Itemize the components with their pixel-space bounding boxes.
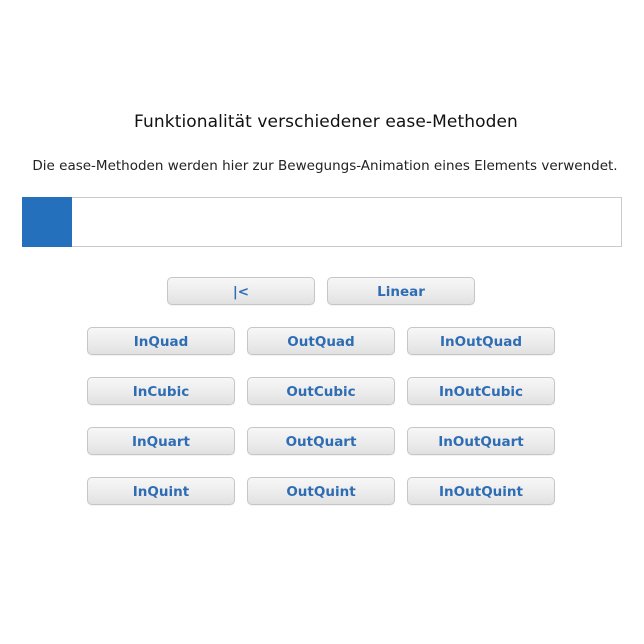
ease-button-inquint[interactable]: InQuint — [87, 477, 235, 505]
animated-element — [22, 197, 72, 247]
ease-button-incubic[interactable]: InCubic — [87, 377, 235, 405]
animation-track — [22, 197, 622, 247]
linear-button[interactable]: Linear — [327, 277, 475, 305]
ease-button-inquart[interactable]: InQuart — [87, 427, 235, 455]
ease-button-outquint[interactable]: OutQuint — [247, 477, 395, 505]
ease-button-outquad[interactable]: OutQuad — [247, 327, 395, 355]
ease-button-inquad[interactable]: InQuad — [87, 327, 235, 355]
ease-button-inoutcubic[interactable]: InOutCubic — [407, 377, 555, 405]
page-title: Funktionalität verschiedener ease-Method… — [134, 112, 518, 132]
ease-button-inoutquad[interactable]: InOutQuad — [407, 327, 555, 355]
ease-button-outcubic[interactable]: OutCubic — [247, 377, 395, 405]
ease-button-outquart[interactable]: OutQuart — [247, 427, 395, 455]
ease-button-inoutquart[interactable]: InOutQuart — [407, 427, 555, 455]
ease-button-inoutquint[interactable]: InOutQuint — [407, 477, 555, 505]
reset-button[interactable]: |< — [167, 277, 315, 305]
page-description: Die ease-Methoden werden hier zur Bewegu… — [32, 158, 618, 174]
